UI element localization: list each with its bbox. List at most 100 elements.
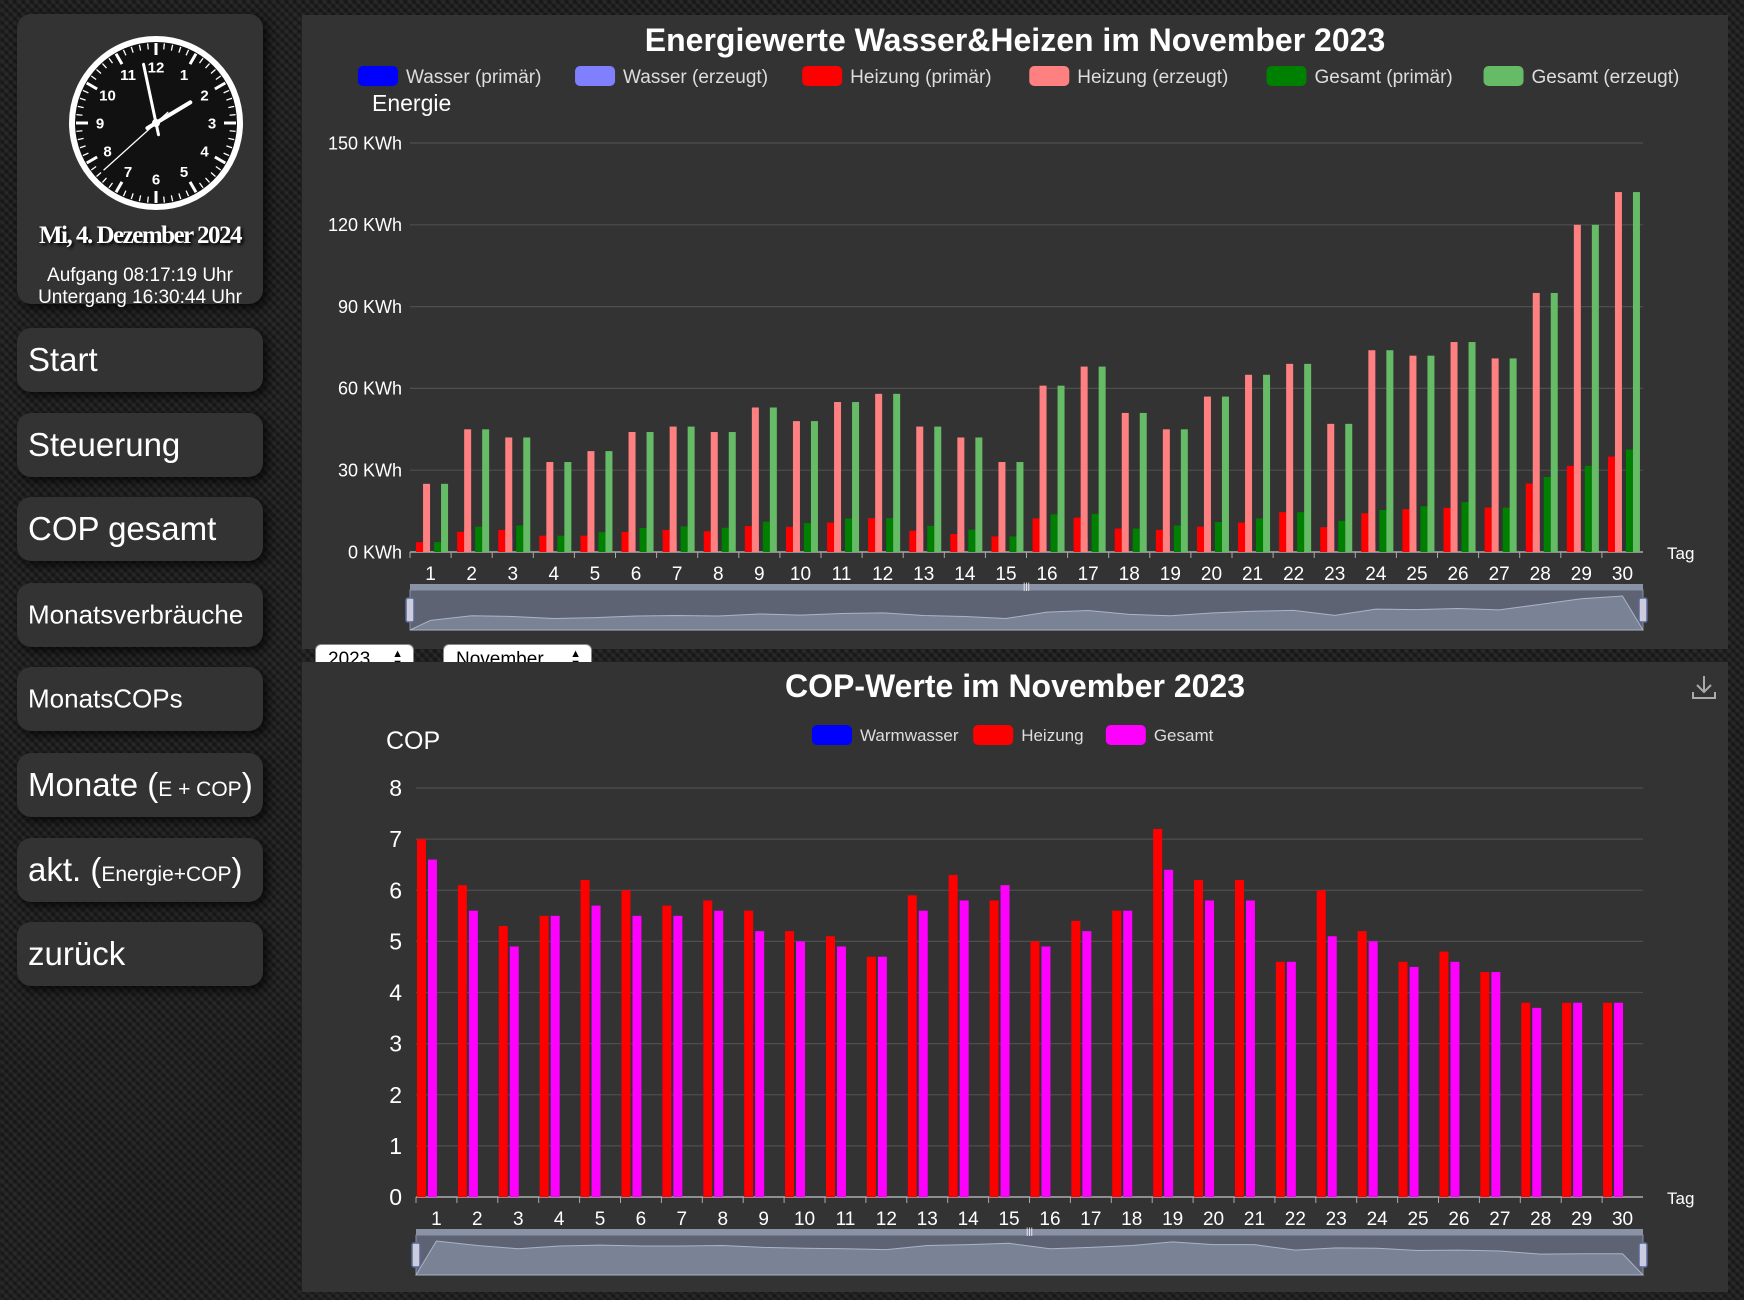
download-icon[interactable] bbox=[1692, 676, 1716, 699]
bar bbox=[1502, 507, 1510, 552]
nav-zurueck-button[interactable]: zurück bbox=[17, 922, 263, 986]
bar bbox=[1297, 512, 1305, 552]
legend-swatch bbox=[1029, 66, 1070, 86]
bar bbox=[1263, 374, 1271, 552]
legend-item[interactable]: Wasser (erzeugt) bbox=[575, 66, 768, 88]
legend-item[interactable]: Wasser (primär) bbox=[358, 66, 541, 88]
bar bbox=[1203, 396, 1211, 552]
bar bbox=[1327, 936, 1337, 1197]
bar bbox=[959, 900, 969, 1197]
x-tick-label: 15 bbox=[998, 1209, 1019, 1230]
bar bbox=[1573, 224, 1581, 553]
nav-start-button[interactable]: Start bbox=[17, 328, 263, 392]
bar bbox=[1057, 385, 1065, 552]
nav-monatscops-button[interactable]: MonatsCOPs bbox=[17, 667, 263, 731]
bar bbox=[1173, 525, 1181, 552]
nav-monatsverbraeuche-button[interactable]: Monatsverbräuche bbox=[17, 583, 263, 647]
x-tick-label: 1 bbox=[431, 1209, 442, 1230]
bar bbox=[1525, 483, 1533, 552]
x-tick-label: 4 bbox=[549, 564, 560, 585]
bar bbox=[1468, 342, 1476, 552]
y-tick-label: 6 bbox=[389, 877, 402, 903]
bar bbox=[866, 956, 876, 1197]
legend-item[interactable]: Gesamt (primär) bbox=[1266, 66, 1453, 88]
legend-swatch bbox=[802, 66, 843, 86]
x-tick-label: 9 bbox=[758, 1209, 769, 1230]
bar bbox=[1532, 1007, 1542, 1197]
nav-akt-energie-cop-button[interactable]: akt. (Energie+COP) bbox=[17, 838, 263, 902]
clock-center bbox=[152, 119, 160, 127]
bar bbox=[950, 534, 958, 552]
bar bbox=[751, 407, 759, 552]
bar bbox=[1480, 972, 1490, 1197]
legend-item[interactable]: Heizung bbox=[973, 725, 1084, 745]
x-tick-label: 17 bbox=[1080, 1209, 1101, 1230]
clock-numeral: 1 bbox=[180, 67, 188, 84]
x-tick-label: 30 bbox=[1612, 564, 1633, 585]
clock-numeral: 12 bbox=[148, 60, 165, 77]
bar bbox=[662, 905, 672, 1197]
nav-cop-gesamt-button[interactable]: COP gesamt bbox=[17, 497, 263, 561]
bar bbox=[1073, 517, 1081, 552]
bar bbox=[1112, 910, 1122, 1197]
bar bbox=[1153, 828, 1163, 1197]
bar bbox=[628, 432, 636, 552]
bar bbox=[1573, 1002, 1583, 1197]
bar bbox=[1625, 449, 1633, 552]
x-tick-label: 7 bbox=[677, 1209, 688, 1230]
bar bbox=[1491, 358, 1499, 552]
bar bbox=[1162, 429, 1170, 552]
bar bbox=[632, 915, 642, 1197]
bar bbox=[621, 531, 629, 552]
bar bbox=[1439, 951, 1449, 1197]
y-axis-title: Energie bbox=[372, 90, 451, 116]
x-tick-label: 19 bbox=[1162, 1209, 1183, 1230]
bar bbox=[1123, 910, 1133, 1197]
bar bbox=[875, 393, 883, 552]
x-tick-label: 26 bbox=[1448, 1209, 1469, 1230]
bar bbox=[1566, 465, 1574, 552]
legend-item[interactable]: Heizung (primär) bbox=[802, 66, 992, 88]
zoom-slider[interactable]: ||| bbox=[405, 581, 1648, 631]
bar bbox=[1164, 869, 1174, 1197]
legend-item[interactable]: Warmwasser bbox=[812, 725, 959, 745]
bar bbox=[1016, 462, 1024, 552]
x-tick-label: 30 bbox=[1612, 1209, 1633, 1230]
bar bbox=[1443, 507, 1451, 552]
y-tick-label: 120 KWh bbox=[328, 215, 402, 235]
bar bbox=[1030, 941, 1040, 1197]
bar bbox=[1080, 366, 1088, 552]
x-tick-label: 22 bbox=[1283, 564, 1304, 585]
zoom-handle[interactable] bbox=[411, 1242, 421, 1268]
bar bbox=[1098, 366, 1106, 552]
legend-swatch bbox=[1266, 66, 1307, 86]
nav-steuerung-button[interactable]: Steuerung bbox=[17, 413, 263, 477]
x-tick-label: 19 bbox=[1160, 564, 1181, 585]
clock-numeral: 3 bbox=[208, 116, 216, 133]
bar bbox=[434, 542, 442, 552]
zoom-handle[interactable] bbox=[405, 597, 415, 623]
legend-item[interactable]: Gesamt (erzeugt) bbox=[1483, 66, 1680, 88]
legend-item[interactable]: Gesamt bbox=[1105, 725, 1214, 745]
x-tick-label: 13 bbox=[917, 1209, 938, 1230]
bar bbox=[1000, 885, 1010, 1197]
zoom-slider[interactable]: ||| bbox=[411, 1226, 1648, 1276]
bar bbox=[1327, 423, 1335, 552]
zoom-grip-icon: ||| bbox=[1023, 581, 1030, 591]
zoom-handle[interactable] bbox=[1638, 1242, 1648, 1268]
legend-swatch bbox=[1105, 725, 1146, 745]
bar bbox=[1320, 527, 1328, 552]
legend-swatch bbox=[575, 66, 616, 86]
bar bbox=[1368, 350, 1376, 552]
legend-item[interactable]: Heizung (erzeugt) bbox=[1029, 66, 1228, 88]
zoom-handle[interactable] bbox=[1638, 597, 1648, 623]
nav-monate-e-cop-button[interactable]: Monate (E + COP) bbox=[17, 753, 263, 817]
bar bbox=[1286, 363, 1294, 552]
bar bbox=[877, 956, 887, 1197]
legend-label: Gesamt (erzeugt) bbox=[1532, 67, 1680, 88]
y-tick-label: 4 bbox=[389, 980, 402, 1006]
bar bbox=[744, 910, 754, 1197]
x-tick-label: 25 bbox=[1407, 1209, 1428, 1230]
bar bbox=[416, 542, 424, 552]
bar bbox=[991, 536, 999, 552]
